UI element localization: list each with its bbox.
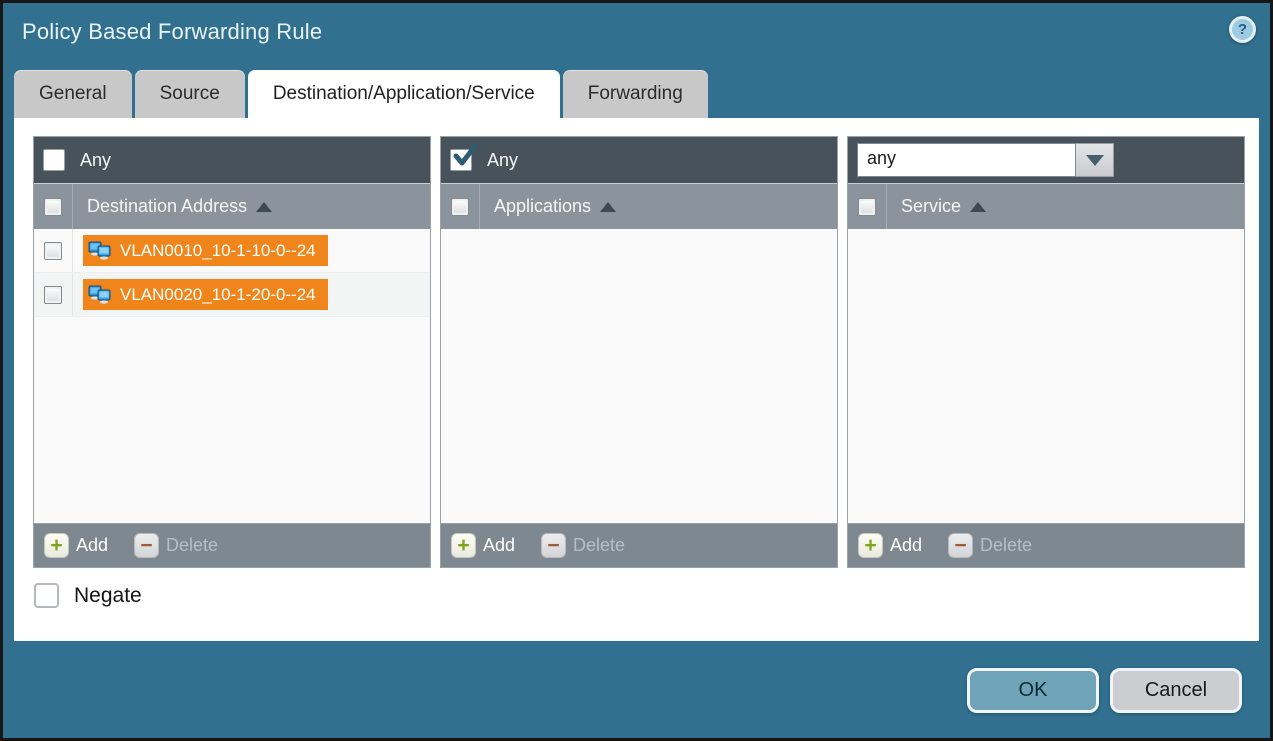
- tab-forwarding[interactable]: Forwarding: [563, 70, 708, 118]
- column-divider: [72, 184, 73, 229]
- tab-bar: General Source Destination/Application/S…: [14, 70, 708, 118]
- tab-general[interactable]: General: [14, 70, 132, 118]
- network-address-icon: [88, 285, 113, 305]
- service-panel: any Service + Add: [847, 136, 1245, 568]
- applications-panel: Any Applications + Add − Delete: [440, 136, 838, 568]
- service-list: [848, 229, 1244, 523]
- column-divider: [479, 184, 480, 229]
- service-delete-button[interactable]: − Delete: [948, 533, 1032, 558]
- add-plus-icon: +: [451, 533, 476, 558]
- applications-any-label: Any: [487, 150, 518, 171]
- sort-ascending-icon: [600, 202, 616, 212]
- delete-minus-icon: −: [541, 533, 566, 558]
- service-footer: + Add − Delete: [848, 523, 1244, 567]
- destination-column-label: Destination Address: [87, 196, 247, 217]
- policy-forwarding-dialog: Policy Based Forwarding Rule ? General S…: [0, 0, 1273, 741]
- service-dropdown-bar: any: [848, 137, 1244, 183]
- applications-column-header[interactable]: Applications: [441, 183, 837, 229]
- sort-ascending-icon: [970, 202, 986, 212]
- negate-label: Negate: [74, 584, 142, 608]
- delete-minus-icon: −: [948, 533, 973, 558]
- tab-content: Any Destination Address: [14, 118, 1259, 641]
- destination-add-button[interactable]: + Add: [44, 533, 108, 558]
- address-object-chip[interactable]: VLAN0020_10-1-20-0--24: [83, 279, 328, 310]
- service-dropdown-button[interactable]: [1076, 143, 1114, 177]
- destination-column-header[interactable]: Destination Address: [34, 183, 430, 229]
- service-dropdown-value[interactable]: any: [857, 143, 1076, 177]
- tab-source[interactable]: Source: [135, 70, 245, 118]
- applications-footer: + Add − Delete: [441, 523, 837, 567]
- destination-address-panel: Any Destination Address: [33, 136, 431, 568]
- column-divider: [72, 229, 73, 272]
- applications-list: [441, 229, 837, 523]
- service-column-header[interactable]: Service: [848, 183, 1244, 229]
- service-select-all-checkbox[interactable]: [858, 198, 876, 216]
- sort-ascending-icon: [256, 202, 272, 212]
- service-add-button[interactable]: + Add: [858, 533, 922, 558]
- address-object-chip[interactable]: VLAN0010_10-1-10-0--24: [83, 235, 328, 266]
- destination-list: VLAN0010_10-1-10-0--24: [34, 229, 430, 523]
- applications-any-checkbox[interactable]: [450, 149, 472, 171]
- network-address-icon: [88, 241, 113, 261]
- applications-delete-button[interactable]: − Delete: [541, 533, 625, 558]
- list-item[interactable]: VLAN0010_10-1-10-0--24: [34, 229, 430, 273]
- service-dropdown: any: [857, 143, 1114, 177]
- checkmark-icon: [452, 143, 478, 169]
- add-plus-icon: +: [858, 533, 883, 558]
- negate-checkbox[interactable]: [34, 583, 59, 608]
- destination-footer: + Add − Delete: [34, 523, 430, 567]
- add-plus-icon: +: [44, 533, 69, 558]
- address-object-name: VLAN0010_10-1-10-0--24: [120, 241, 316, 261]
- destination-any-label: Any: [80, 150, 111, 171]
- negate-row: Negate: [34, 583, 142, 608]
- applications-add-button[interactable]: + Add: [451, 533, 515, 558]
- tab-destination-application-service[interactable]: Destination/Application/Service: [248, 70, 560, 118]
- list-item[interactable]: VLAN0020_10-1-20-0--24: [34, 273, 430, 317]
- destination-any-checkbox[interactable]: [43, 149, 65, 171]
- service-column-label: Service: [901, 196, 961, 217]
- ok-button[interactable]: OK: [967, 668, 1099, 713]
- delete-minus-icon: −: [134, 533, 159, 558]
- destination-any-bar: Any: [34, 137, 430, 183]
- chevron-down-icon: [1086, 155, 1104, 166]
- row-checkbox[interactable]: [44, 242, 62, 260]
- applications-column-label: Applications: [494, 196, 591, 217]
- destination-select-all-checkbox[interactable]: [44, 198, 62, 216]
- row-checkbox[interactable]: [44, 286, 62, 304]
- address-object-name: VLAN0020_10-1-20-0--24: [120, 285, 316, 305]
- help-icon[interactable]: ?: [1229, 16, 1256, 43]
- applications-select-all-checkbox[interactable]: [451, 198, 469, 216]
- applications-any-bar: Any: [441, 137, 837, 183]
- cancel-button[interactable]: Cancel: [1110, 668, 1242, 713]
- dialog-title: Policy Based Forwarding Rule: [22, 19, 322, 45]
- column-divider: [72, 273, 73, 316]
- column-divider: [886, 184, 887, 229]
- destination-delete-button[interactable]: − Delete: [134, 533, 218, 558]
